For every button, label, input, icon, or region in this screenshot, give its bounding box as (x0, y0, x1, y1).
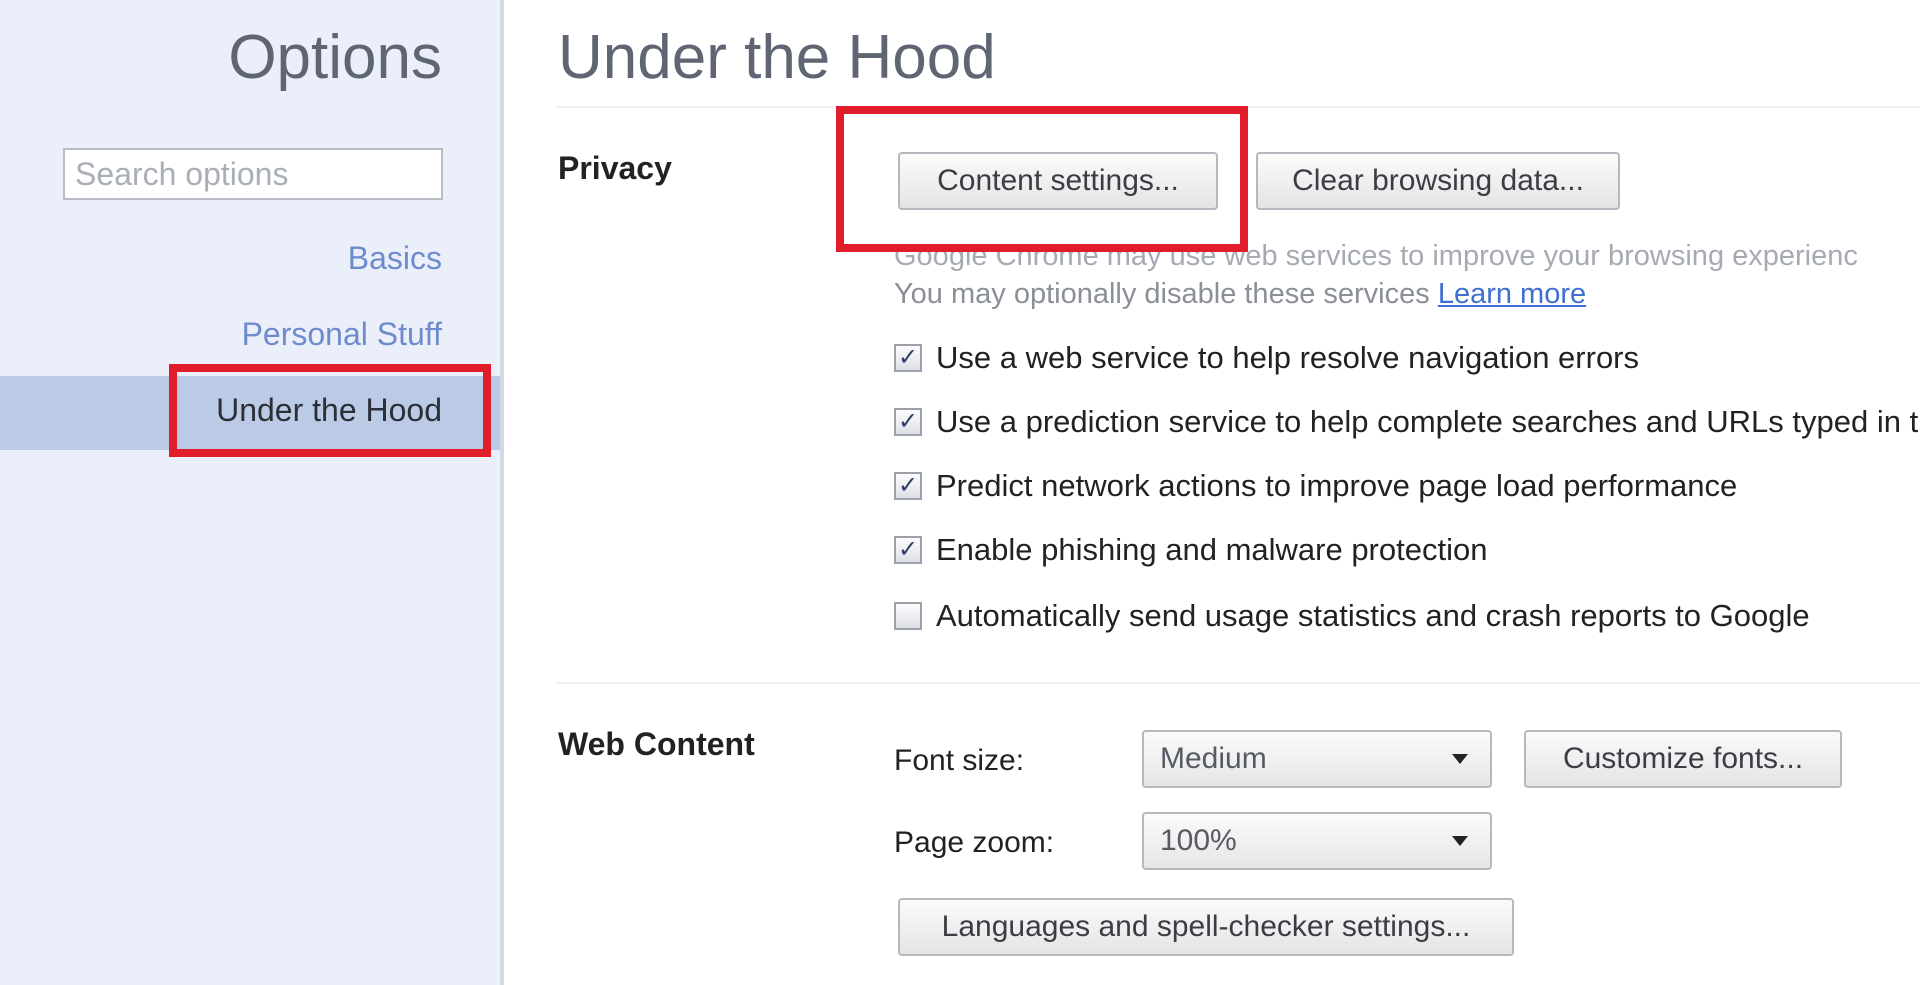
chevron-down-icon (1452, 754, 1468, 764)
web-content-section-label: Web Content (558, 726, 755, 762)
checkbox-label: Enable phishing and malware protection (936, 532, 1488, 567)
languages-spell-checker-button[interactable]: Languages and spell-checker settings... (898, 898, 1514, 956)
learn-more-link[interactable]: Learn more (1438, 278, 1586, 310)
clear-browsing-data-button[interactable]: Clear browsing data... (1256, 152, 1620, 210)
checkbox-row-usage-statistics[interactable]: Automatically send usage statistics and … (894, 598, 1810, 634)
privacy-info-text: Google Chrome may use web services to im… (894, 240, 1858, 272)
checkbox-row-navigation-errors[interactable]: ✓ Use a web service to help resolve navi… (894, 340, 1639, 376)
checkbox-navigation-errors[interactable]: ✓ (894, 344, 922, 372)
font-size-label: Font size: (894, 744, 1025, 777)
page-zoom-select[interactable]: 100% (1142, 812, 1492, 870)
search-options-input[interactable] (63, 148, 443, 200)
options-title: Options (228, 23, 442, 92)
page-zoom-value: 100% (1160, 824, 1237, 857)
title-divider (556, 106, 1920, 108)
chevron-down-icon (1452, 836, 1468, 846)
checkbox-label: Predict network actions to improve page … (936, 468, 1738, 503)
checkbox-prediction-service[interactable]: ✓ (894, 408, 922, 436)
privacy-info-text-2-label: You may optionally disable these service… (894, 278, 1430, 310)
font-size-value: Medium (1160, 742, 1267, 775)
checkbox-row-phishing-protection[interactable]: ✓ Enable phishing and malware protection (894, 532, 1487, 568)
section-divider (556, 682, 1920, 684)
page-title: Under the Hood (558, 23, 996, 92)
page-zoom-label: Page zoom: (894, 826, 1055, 859)
sidebar-item-under-the-hood[interactable]: Under the Hood (216, 392, 442, 429)
checkbox-label: Automatically send usage statistics and … (936, 598, 1810, 633)
customize-fonts-button[interactable]: Customize fonts... (1524, 730, 1842, 788)
checkbox-phishing-protection[interactable]: ✓ (894, 536, 922, 564)
checkbox-usage-statistics[interactable] (894, 602, 922, 630)
privacy-info-text-2: You may optionally disable these service… (894, 278, 1586, 311)
sidebar-divider (500, 0, 504, 985)
content-settings-button[interactable]: Content settings... (898, 152, 1218, 210)
sidebar-item-personal-stuff[interactable]: Personal Stuff (242, 316, 442, 353)
checkbox-predict-network[interactable]: ✓ (894, 472, 922, 500)
checkbox-row-predict-network[interactable]: ✓ Predict network actions to improve pag… (894, 468, 1737, 504)
privacy-section-label: Privacy (558, 150, 672, 186)
sidebar-item-basics[interactable]: Basics (348, 240, 442, 277)
checkbox-label: Use a prediction service to help complet… (936, 404, 1919, 439)
checkbox-row-prediction-service[interactable]: ✓ Use a prediction service to help compl… (894, 404, 1918, 440)
checkbox-label: Use a web service to help resolve naviga… (936, 340, 1640, 375)
font-size-select[interactable]: Medium (1142, 730, 1492, 788)
